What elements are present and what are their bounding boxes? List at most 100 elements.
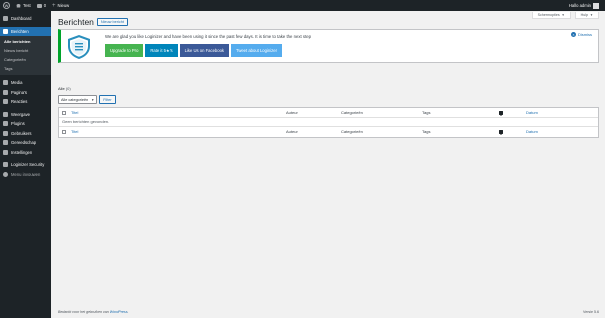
upgrade-to-pro-button[interactable]: Upgrade to Pro [105,44,144,57]
help-label: Hulp [580,13,589,17]
column-comments-footer[interactable] [499,127,503,137]
posts-table: Titel Auteur Categorieën Tags Datum Geen… [58,107,599,138]
sidebar-item-label: Berichten [11,28,29,34]
sidebar-item-label: Instellingen [11,149,33,155]
sidebar-item-label: Gebruikers [11,130,32,136]
sidebar-item-media[interactable]: Media [0,78,51,88]
select-all-checkbox-footer[interactable] [62,129,66,134]
category-select[interactable]: Alle categorieën ▼ [58,95,98,104]
home-icon [16,3,21,8]
column-categories-header: Categorieën [341,110,363,116]
column-tags-header: Tags [422,110,431,116]
dashboard-icon [3,16,8,22]
footer-thanks-prefix: Bedankt voor het gebruiken van [58,310,110,314]
rate-5-stars-button[interactable]: Rate it 5★'s [145,44,178,57]
sidebar-item-label: Gereedschap [11,140,37,146]
sidebar-item-plugins[interactable]: Plugins [0,119,51,129]
chevron-down-icon: ▼ [91,97,95,102]
notice-message: We are glad you like Loginizer and have … [105,34,312,39]
shield-logo-icon [68,35,90,59]
like-facebook-button[interactable]: Like Us on Facebook [179,44,229,57]
dismiss-icon: × [571,32,576,37]
filter-all-link[interactable]: Alle [58,86,65,91]
new-content-menu[interactable]: + Nieuw [49,0,72,11]
table-header-row: Titel Auteur Categorieën Tags Datum [59,108,598,118]
sidebar-item-label: Dashboard [11,16,32,22]
tweet-button[interactable]: Tweet about Loginizer [231,44,282,57]
column-date-footer[interactable]: Datum [526,127,538,137]
sidebar-item-settings[interactable]: Instellingen [0,148,51,158]
page-icon [3,89,8,95]
filter-all-count: (0) [65,86,71,91]
collapse-arrow-icon [3,171,8,177]
site-name-link[interactable]: Test [13,0,34,11]
add-new-post-button[interactable]: Nieuw bericht [96,18,128,26]
post-status-filter: Alle (0) [58,86,71,91]
greeting-text: Hallo admin [568,3,591,8]
column-comments-header[interactable] [499,108,503,118]
table-footer-row: Titel Auteur Categorieën Tags Datum [59,127,598,137]
comments-count: 0 [43,3,47,8]
comments-icon [3,99,8,105]
shield-icon [3,162,8,168]
column-date-header[interactable]: Datum [526,108,538,118]
select-all-checkbox[interactable] [62,110,66,115]
caret-down-icon: ▼ [590,13,593,17]
dismiss-notice-button[interactable]: × Dismiss [571,32,592,37]
comment-icon [499,130,503,135]
avatar [593,2,599,9]
sidebar-item-label: Loginizer Security [11,162,45,168]
pin-icon [3,28,8,34]
settings-icon [3,149,8,155]
sidebar-item-appearance[interactable]: Weergave [0,110,51,120]
page-title: Berichten [58,17,94,27]
plugin-icon [3,121,8,127]
submenu-all-posts[interactable]: Alle berichten [0,37,51,46]
new-content-label: Nieuw [57,3,70,8]
admin-bar: W Test 0 + Nieuw Hallo admin [0,0,605,11]
appearance-icon [3,111,8,117]
users-icon [3,130,8,136]
sidebar-item-loginizer[interactable]: Loginizer Security [0,160,51,170]
sidebar-item-label: Reacties [11,99,28,105]
collapse-menu-button[interactable]: Menu invouwen [0,170,51,180]
main-content: Schermopties ▼ Hulp ▼ Berichten Nieuw be… [51,11,605,318]
screen-options-label: Schermopties [537,13,560,17]
sidebar-item-label: Pagina's [11,89,27,95]
sidebar-item-posts[interactable]: Berichten [0,26,51,36]
category-select-value: Alle categorieën [61,97,89,102]
comment-icon [499,111,503,116]
column-tags-footer: Tags [422,129,431,135]
sidebar-item-label: Plugins [11,121,25,127]
no-items-row: Geen berichten gevonden. [59,118,598,127]
wp-logo-menu[interactable]: W [0,0,13,11]
sidebar-item-comments[interactable]: Reacties [0,97,51,107]
tools-icon [3,140,8,146]
plus-icon: + [52,2,56,9]
admin-sidebar: Dashboard Berichten Alle berichten Nieuw… [0,11,51,318]
site-name: Test [23,3,31,8]
sidebar-item-tools[interactable]: Gereedschap [0,138,51,148]
media-icon [3,80,8,86]
column-title-footer[interactable]: Titel [71,127,78,137]
sidebar-item-users[interactable]: Gebruikers [0,129,51,139]
sidebar-item-dashboard[interactable]: Dashboard [0,14,51,24]
submenu-tags[interactable]: Tags [0,64,51,73]
comments-link[interactable]: 0 [34,0,49,11]
collapse-menu-label: Menu invouwen [11,171,41,177]
wordpress-link[interactable]: WordPress [110,310,128,314]
loginizer-promo-notice: We are glad you like Loginizer and have … [58,29,599,63]
screen-options-button[interactable]: Schermopties ▼ [531,12,571,19]
help-button[interactable]: Hulp ▼ [574,12,599,19]
footer-version: Versie 5.6 [583,310,599,314]
my-account-menu[interactable]: Hallo admin [566,0,605,11]
filter-button[interactable]: Filter [99,95,116,104]
dismiss-label: Dismiss [578,32,592,37]
column-author-footer: Auteur [286,129,298,135]
sidebar-item-pages[interactable]: Pagina's [0,88,51,98]
submenu-categories[interactable]: Categorieën [0,55,51,64]
footer-thanks: Bedankt voor het gebruiken van WordPress… [58,310,129,314]
submenu-new-post[interactable]: Nieuw bericht [0,46,51,55]
column-title-header[interactable]: Titel [71,108,78,118]
sidebar-item-label: Weergave [11,111,31,117]
